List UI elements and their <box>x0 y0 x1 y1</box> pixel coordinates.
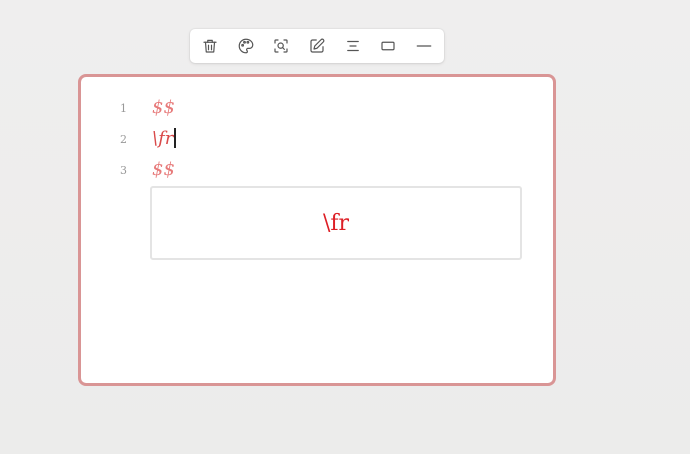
color-button[interactable] <box>231 31 261 61</box>
code-text-value: \fr <box>152 128 174 149</box>
code-text-active[interactable]: \fr <box>152 128 176 149</box>
edit-button[interactable] <box>302 31 332 61</box>
delete-button[interactable] <box>195 31 225 61</box>
line-number: 2 <box>120 133 127 146</box>
zoom-button[interactable] <box>266 31 296 61</box>
shape-button[interactable] <box>373 31 403 61</box>
line-number: 1 <box>120 102 127 115</box>
editor-line[interactable]: 1 $$ <box>81 97 553 121</box>
line-button[interactable] <box>409 31 439 61</box>
math-block-editor[interactable]: 1 $$ 2 \fr 3 $$ \fr <box>78 74 556 386</box>
edit-icon <box>310 38 325 53</box>
palette-icon <box>238 38 253 54</box>
text-caret <box>174 128 176 148</box>
align-button[interactable] <box>338 31 368 61</box>
rendered-math: \fr <box>322 210 350 236</box>
line-number: 3 <box>120 164 127 177</box>
code-text[interactable]: $$ <box>152 159 175 180</box>
canvas-background: 1 $$ 2 \fr 3 $$ \fr <box>0 0 690 454</box>
trash-icon <box>203 39 217 53</box>
align-center-icon <box>346 40 359 52</box>
line-icon <box>416 45 432 47</box>
math-preview: \fr <box>150 186 522 260</box>
code-text[interactable]: $$ <box>152 97 175 118</box>
editor-line[interactable]: 3 $$ <box>81 159 553 183</box>
zoom-search-icon <box>274 39 288 53</box>
floating-toolbar <box>190 29 444 63</box>
editor-line-active[interactable]: 2 \fr <box>81 128 553 152</box>
rectangle-icon <box>381 41 395 51</box>
